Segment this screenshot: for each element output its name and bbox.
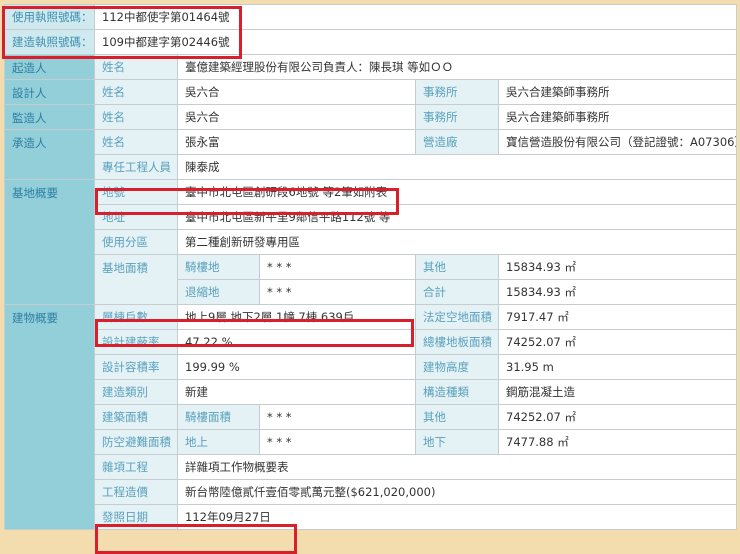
designer-office: 吳六合建築師事務所: [498, 79, 737, 105]
section-contractor: 承造人: [4, 129, 95, 180]
building-floors: 地上9層 地下2層 1幢 7棟 639戶: [177, 304, 416, 330]
label: 姓名: [94, 79, 178, 105]
label: 騎樓面積: [177, 404, 260, 430]
label: 合計: [415, 279, 499, 305]
label: 建物高度: [415, 354, 499, 380]
label: 專任工程人員: [94, 154, 178, 180]
label: 其他: [415, 404, 499, 430]
site-address: 臺中市北屯區新平里9鄰信平路112號 等: [177, 204, 737, 230]
table-row: 設計容積率 199.99 % 建物高度 31.95 m: [5, 354, 737, 380]
label: 層棟戶數: [94, 304, 178, 330]
permit-detail-table: 使用執照號碼： 112中都使字第01464號 建造執照號碼： 109中都建字第024…: [4, 4, 737, 530]
label: 姓名: [94, 104, 178, 130]
label: 地下: [415, 429, 499, 455]
label: 法定空地面積: [415, 304, 499, 330]
build-permit-value: 109中都建字第02446號: [94, 29, 737, 55]
contractor-engineer: 陳泰成: [177, 154, 737, 180]
site-lot: 臺中市北屯區創研段6地號 等2筆如附表: [177, 179, 737, 205]
table-row: 使用分區 第二種創新研發專用區: [5, 229, 737, 255]
building-floor-area: 74252.07 ㎡: [498, 329, 737, 355]
section-building: 建物概要: [4, 304, 95, 530]
table-row: 建造執照號碼： 109中都建字第02446號: [4, 29, 737, 55]
supervisor-name: 吳六合: [177, 104, 416, 130]
table-row: 設計人 姓名 吳六合 事務所 吳六合建築師事務所: [4, 79, 737, 105]
table-row: 基地概要 地號 臺中市北屯區創研段6地號 等2筆如附表: [4, 179, 737, 305]
building-misc: 詳雜項工作物概要表: [177, 454, 737, 480]
table-row: 工程造價 新台幣陸億貳仟壹佰零貳萬元整($621,020,000): [5, 479, 737, 505]
table-row: 承造人 姓名 張永富 營造廠 寶信營造股份有限公司（登記證號：A07306）: [4, 129, 737, 180]
label: 雜項工程: [94, 454, 178, 480]
contractor-name: 張永富: [177, 129, 416, 155]
designer-name: 吳六合: [177, 79, 416, 105]
label: 防空避難面積: [94, 429, 178, 455]
label: 退縮地: [177, 279, 260, 305]
site-total: 15834.93 ㎡: [498, 279, 737, 305]
shelter-below: 7477.88 ㎡: [498, 429, 737, 455]
building-other-area: 74252.07 ㎡: [498, 404, 737, 430]
label: 工程造價: [94, 479, 178, 505]
build-permit-label: 建造執照號碼：: [4, 29, 95, 55]
site-zoning: 第二種創新研發專用區: [177, 229, 737, 255]
label: 基地面積: [94, 254, 178, 305]
table-row: 監造人 姓名 吳六合 事務所 吳六合建築師事務所: [4, 104, 737, 130]
label: 地號: [94, 179, 178, 205]
label: 構造種類: [415, 379, 499, 405]
table-row: 建造類別 新建 構造種類 鋼筋混凝土造: [5, 379, 737, 405]
building-coverage: 47.22 %: [177, 329, 416, 355]
label: 設計建蔽率: [94, 329, 178, 355]
supervisor-office: 吳六合建築師事務所: [498, 104, 737, 130]
contractor-company: 寶信營造股份有限公司（登記證號：A07306）: [498, 129, 737, 155]
site-setback: * * *: [259, 279, 416, 305]
applicant-name: 臺億建築經理股份有限公司負責人：陳長琪 等如ＯＯ: [177, 54, 737, 80]
section-applicant: 起造人: [4, 54, 95, 80]
label: 發照日期: [94, 504, 178, 530]
section-site: 基地概要: [4, 179, 95, 305]
building-type: 新建: [177, 379, 416, 405]
label: 事務所: [415, 104, 499, 130]
label: 總樓地板面積: [415, 329, 499, 355]
site-arcade: * * *: [259, 254, 416, 280]
building-far: 199.99 %: [177, 354, 416, 380]
table-row: 地址 臺中市北屯區新平里9鄰信平路112號 等: [5, 204, 737, 230]
use-permit-value: 112中都使字第01464號: [94, 4, 737, 30]
building-open-space: 7917.47 ㎡: [498, 304, 737, 330]
table-row: 起造人 姓名 臺億建築經理股份有限公司負責人：陳長琪 等如ＯＯ: [4, 54, 737, 80]
label: 姓名: [94, 129, 178, 155]
table-row: 專任工程人員 陳泰成: [5, 154, 737, 180]
shelter-above: * * *: [259, 429, 416, 455]
table-row: 防空避難面積 地上 * * * 地下 7477.88 ㎡: [5, 429, 737, 455]
label: 使用分區: [94, 229, 178, 255]
label: 其他: [415, 254, 499, 280]
building-arcade-area: * * *: [259, 404, 416, 430]
label: 建造類別: [94, 379, 178, 405]
label: 姓名: [94, 54, 178, 80]
table-row: 建物概要 層棟戶數 地上9層 地下2層 1幢 7棟 639戶 法定空地面積 7917.4…: [4, 304, 737, 530]
table-row: 雜項工程 詳雜項工作物概要表: [5, 454, 737, 480]
label: 地上: [177, 429, 260, 455]
table-row: 基地面積 騎樓地 * * * 其他 15834.93 ㎡: [5, 254, 737, 305]
label: 營造廠: [415, 129, 499, 155]
label: 騎樓地: [177, 254, 260, 280]
use-permit-label: 使用執照號碼：: [4, 4, 95, 30]
section-designer: 設計人: [4, 79, 95, 105]
building-structure: 鋼筋混凝土造: [498, 379, 737, 405]
label: 地址: [94, 204, 178, 230]
section-supervisor: 監造人: [4, 104, 95, 130]
issue-date: 112年09月27日: [177, 504, 737, 530]
site-other: 15834.93 ㎡: [498, 254, 737, 280]
table-row: 發照日期 112年09月27日: [5, 504, 737, 530]
table-row: 建築面積 騎樓面積 * * * 其他 74252.07 ㎡: [5, 404, 737, 430]
table-row: 使用執照號碼： 112中都使字第01464號: [4, 4, 737, 30]
label: 事務所: [415, 79, 499, 105]
label: 設計容積率: [94, 354, 178, 380]
building-cost: 新台幣陸億貳仟壹佰零貳萬元整($621,020,000): [177, 479, 737, 505]
building-height: 31.95 m: [498, 354, 737, 380]
label: 建築面積: [94, 404, 178, 430]
table-row: 設計建蔽率 47.22 % 總樓地板面積 74252.07 ㎡: [5, 329, 737, 355]
